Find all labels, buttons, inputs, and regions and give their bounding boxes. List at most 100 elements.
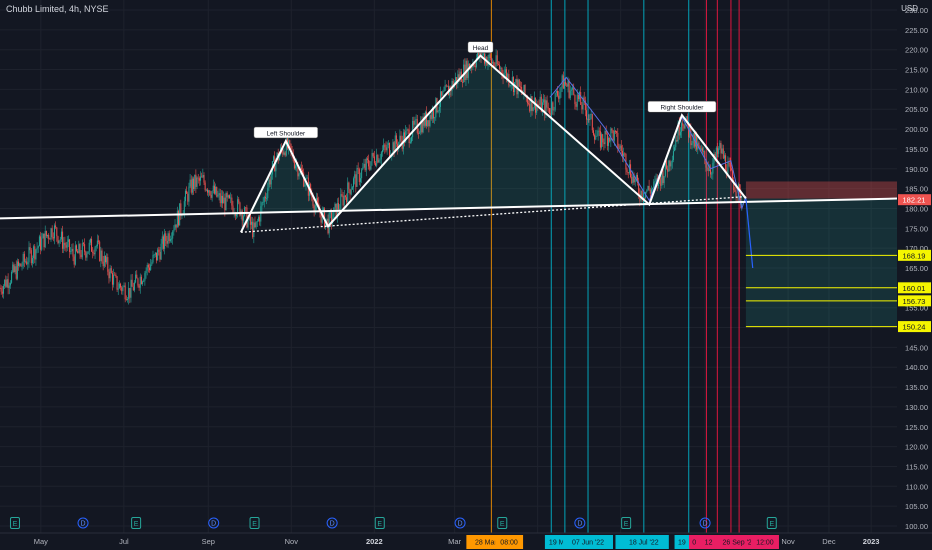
- candle-body: [591, 114, 593, 131]
- earnings-letter: E: [377, 521, 382, 528]
- candle-body: [213, 185, 215, 194]
- candle-body: [567, 80, 569, 87]
- candle-body: [572, 87, 574, 90]
- candle-body: [616, 131, 618, 133]
- candle-body: [223, 197, 225, 204]
- candle-body: [176, 210, 178, 228]
- candle-body: [295, 165, 297, 169]
- date-marker-text: 07 Jun '22: [572, 540, 604, 547]
- candle-body: [386, 144, 388, 151]
- candle-body: [395, 135, 397, 144]
- candle-body: [232, 205, 234, 214]
- candle-body: [421, 121, 423, 133]
- candle-body: [255, 221, 257, 228]
- x-tick-label: 2022: [366, 537, 383, 546]
- y-tick-label: 200.00: [905, 125, 928, 134]
- candle-body: [16, 261, 18, 279]
- candle-body: [257, 217, 259, 221]
- earnings-letter: E: [13, 521, 18, 528]
- candle-body: [100, 250, 102, 261]
- date-marker-text: 19 M: [549, 540, 565, 547]
- candle-body: [145, 270, 147, 274]
- candle-body: [414, 120, 416, 125]
- candle-body: [222, 195, 224, 204]
- candle-body: [260, 206, 262, 222]
- candle-body: [501, 67, 503, 74]
- candle-body: [96, 240, 98, 247]
- candle-body: [149, 267, 151, 271]
- candle-body: [429, 115, 431, 127]
- candle-body: [715, 147, 717, 159]
- candle-body: [400, 135, 402, 141]
- candle-body: [722, 148, 724, 159]
- candle-body: [730, 168, 732, 171]
- candle-body: [249, 214, 251, 225]
- candle-body: [494, 65, 496, 67]
- target-value: 160.01: [903, 284, 926, 293]
- dividend-letter: D: [458, 521, 463, 528]
- candle-body: [376, 154, 378, 166]
- candle-body: [672, 151, 674, 161]
- candle-body: [569, 90, 571, 98]
- candle-body: [261, 202, 263, 207]
- candle-body: [195, 174, 197, 187]
- candle-body: [7, 279, 9, 289]
- candle-body: [178, 210, 180, 226]
- candle-body: [101, 250, 103, 262]
- target-value: 156.73: [903, 297, 926, 306]
- y-tick-label: 220.00: [905, 46, 928, 55]
- candle-body: [197, 177, 199, 179]
- candle-body: [150, 264, 152, 271]
- candle-body: [225, 193, 227, 211]
- candle-body: [328, 212, 330, 234]
- candle-body: [706, 167, 708, 169]
- candle-body: [698, 142, 700, 146]
- candle-body: [413, 120, 415, 125]
- candle-body: [131, 279, 133, 287]
- y-tick-label: 100.00: [905, 522, 928, 531]
- price-chart[interactable]: Left Shoulder Head Right Shoulder 100.00 105…: [0, 0, 932, 550]
- candle-body: [59, 239, 61, 241]
- candle-body: [427, 120, 429, 126]
- candle-body: [337, 203, 339, 210]
- candle-body: [92, 251, 94, 253]
- candle-body: [5, 279, 7, 287]
- candle-body: [55, 225, 57, 228]
- candle-body: [270, 174, 272, 185]
- candle-body: [721, 148, 723, 154]
- candle-body: [493, 62, 495, 66]
- candle-body: [342, 195, 344, 206]
- candle-body: [48, 235, 50, 239]
- candle-body: [237, 199, 239, 215]
- candle-body: [70, 251, 72, 252]
- candle-body: [107, 257, 109, 272]
- candle-body: [202, 175, 204, 178]
- candle-body: [596, 135, 598, 137]
- candle-body: [601, 134, 603, 148]
- candle-body: [34, 246, 36, 260]
- candle-body: [455, 77, 457, 83]
- candle-body: [597, 130, 599, 136]
- candle-body: [586, 110, 588, 120]
- candle-body: [169, 238, 171, 242]
- candle-body: [588, 118, 590, 121]
- candle-body: [13, 264, 15, 272]
- candle-body: [254, 222, 256, 228]
- candle-body: [162, 236, 164, 249]
- candle-body: [563, 81, 565, 89]
- candle-body: [4, 279, 6, 286]
- candle-body: [442, 91, 444, 96]
- candle-body: [734, 190, 736, 192]
- candle-body: [326, 218, 328, 221]
- candle-body: [28, 247, 30, 263]
- candle-body: [365, 158, 367, 171]
- candle-body: [53, 225, 55, 239]
- candle-body: [670, 162, 672, 167]
- candle-body: [626, 169, 628, 173]
- candle-body: [528, 103, 530, 105]
- candle-body: [218, 193, 220, 195]
- candle-body: [25, 261, 27, 263]
- candle-body: [515, 79, 517, 83]
- earnings-letter: E: [252, 521, 257, 528]
- candle-body: [474, 66, 476, 67]
